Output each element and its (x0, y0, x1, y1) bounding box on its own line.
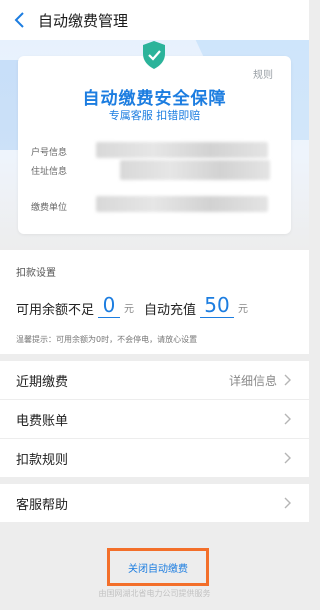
menu-item-bill[interactable]: 电费账单 (0, 400, 309, 438)
close-autopay-button[interactable]: 关闭自动缴费 (107, 548, 209, 586)
balance-label: 可用余额不足 (16, 303, 95, 318)
address-info-label: 住址信息 (31, 167, 68, 177)
address-info-redacted (120, 160, 270, 180)
settings-row: 可用余额不足 0 元 自动充值 50 元 (16, 288, 248, 318)
menu-item-label: 近期缴费 (16, 374, 69, 390)
card-subtitle: 专属客服 扣错即赔 (108, 109, 201, 122)
deduction-settings: 扣款设置 可用余额不足 0 元 自动充值 50 元 温馨提示：可用余额为0时，不… (0, 250, 309, 354)
chevron-right-icon (277, 452, 297, 464)
card-title: 自动缴费安全保障 (82, 89, 227, 109)
chevron-right-icon (277, 413, 297, 425)
menu-item-label: 扣款规则 (16, 452, 69, 468)
chevron-right-icon (277, 374, 297, 386)
recharge-unit: 元 (238, 304, 249, 315)
detail-info-link[interactable]: 详细信息 (229, 372, 277, 389)
rules-link[interactable]: 规则 (253, 66, 273, 81)
menu-item-label: 客服帮助 (16, 497, 69, 513)
chevron-right-icon (277, 497, 297, 509)
menu-item-recent-payments[interactable]: 近期缴费 详细信息 (0, 361, 309, 399)
recharge-input[interactable]: 50 (200, 293, 235, 318)
shield-check-icon (143, 41, 165, 69)
page-title: 自动缴费管理 (38, 11, 129, 30)
menu-item-customer-help[interactable]: 客服帮助 (0, 484, 309, 522)
threshold-unit: 元 (124, 304, 135, 315)
settings-header: 扣款设置 (16, 268, 56, 279)
footer-note: 由国网湖北省电力公司提供服务 (98, 589, 211, 598)
threshold-input[interactable]: 0 (98, 293, 121, 318)
settings-tip: 温馨提示：可用余额为0时，不会停电，请放心设置 (16, 335, 198, 344)
company-info-label: 缴费单位 (31, 203, 68, 213)
recharge-label: 自动充值 (144, 303, 197, 318)
account-info-label: 户号信息 (31, 148, 68, 158)
menu-item-label: 电费账单 (16, 413, 69, 429)
company-info-redacted (96, 196, 268, 212)
back-button[interactable] (8, 8, 32, 32)
menu-item-deduction-rules[interactable]: 扣款规则 (0, 439, 309, 477)
account-info-redacted (96, 142, 268, 158)
chevron-left-icon (14, 12, 24, 28)
top-bar: 自动缴费管理 (0, 0, 309, 40)
